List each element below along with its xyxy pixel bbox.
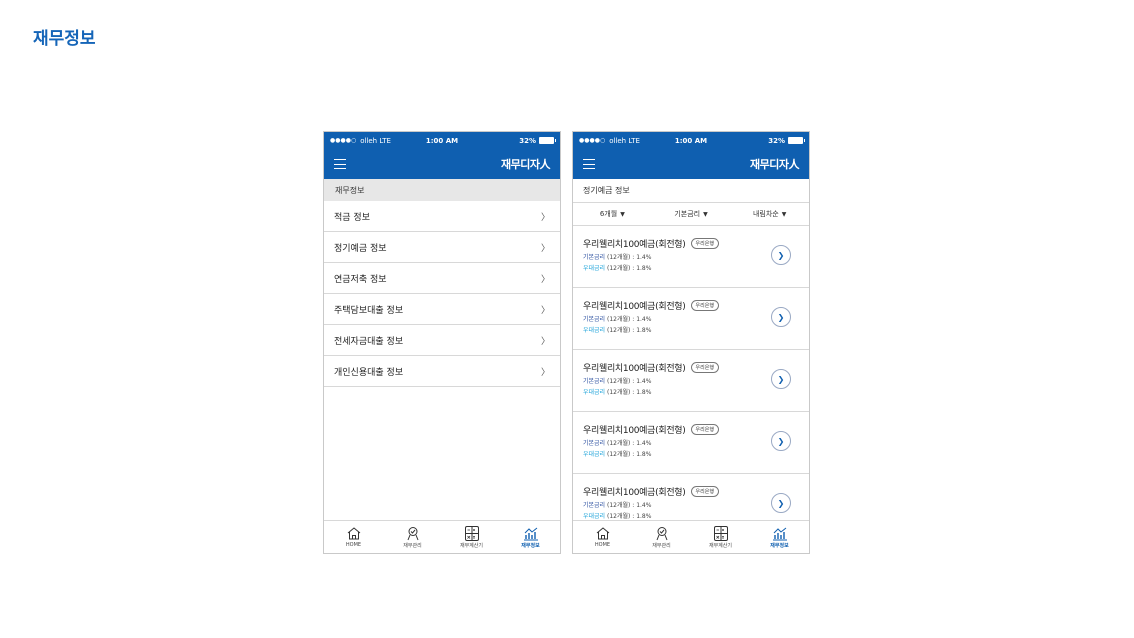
chevron-right-icon: 〉 xyxy=(540,243,550,254)
manage-icon xyxy=(407,526,418,540)
battery-percent: 32% xyxy=(768,136,785,145)
detail-arrow-button[interactable]: ❯ xyxy=(771,245,791,265)
tab-home[interactable]: HOME xyxy=(573,521,632,553)
menu-item-mortgage[interactable]: 주택담보대출 정보 〉 xyxy=(324,294,560,325)
product-name: 우리웰리치100예금(회전형) xyxy=(583,240,686,250)
filter-period[interactable]: 6개월 ▼ xyxy=(573,209,652,219)
carrier-label: olleh LTE xyxy=(360,136,391,145)
tab-home[interactable]: HOME xyxy=(324,521,383,553)
tab-manage[interactable]: 재무관리 xyxy=(632,521,691,553)
detail-arrow-button[interactable]: ❯ xyxy=(771,431,791,451)
brand-logo: 재무디자人 xyxy=(750,158,799,171)
tab-calculator[interactable]: 재무계산기 xyxy=(691,521,750,553)
bank-badge: 우리은행 xyxy=(690,362,719,373)
chevron-right-icon: 〉 xyxy=(540,336,550,347)
hamburger-menu-icon[interactable] xyxy=(583,159,595,169)
phone-screen-deposit-list: ●●●●○ olleh LTE 1:00 AM 32% 재무디자人 정기예금 정… xyxy=(572,131,810,554)
menu-item-deposit[interactable]: 정기예금 정보 〉 xyxy=(324,232,560,263)
calculator-icon xyxy=(464,525,479,541)
bottom-tab-bar: HOME 재무관리 재무계산기 재무정보 xyxy=(573,520,809,553)
calculator-icon xyxy=(713,525,728,541)
detail-arrow-button[interactable]: ❯ xyxy=(771,369,791,389)
product-item[interactable]: 우리웰리치100예금(회전형) 우리은행 기본금리 (12개월) : 1.4% 우… xyxy=(573,226,809,288)
app-bar: 재무디자人 xyxy=(573,149,809,179)
carrier-label: olleh LTE xyxy=(609,136,640,145)
status-time: 1:00 AM xyxy=(425,136,459,145)
status-bar: ●●●●○ olleh LTE 1:00 AM 32% xyxy=(573,132,809,149)
page-title: 재무정보 xyxy=(33,29,96,49)
battery-icon xyxy=(539,137,556,144)
bank-badge: 우리은행 xyxy=(690,300,719,311)
chevron-right-icon: 〉 xyxy=(540,212,550,223)
bank-badge: 우리은행 xyxy=(690,424,719,435)
caret-down-icon: ▼ xyxy=(620,211,625,218)
chevron-right-icon: 〉 xyxy=(540,367,550,378)
phone-screen-menu: ●●●●○ olleh LTE 1:00 AM 32% 재무디자人 재무정보 적… xyxy=(323,131,561,554)
app-bar: 재무디자人 xyxy=(324,149,560,179)
home-icon xyxy=(347,527,360,540)
battery-icon xyxy=(788,137,805,144)
section-header: 재무정보 xyxy=(324,179,560,201)
menu-item-pension[interactable]: 연금저축 정보 〉 xyxy=(324,263,560,294)
product-item[interactable]: 우리웰리치100예금(회전형) 우리은행 기본금리 (12개월) : 1.4% 우… xyxy=(573,412,809,474)
product-item[interactable]: 우리웰리치100예금(회전형) 우리은행 기본금리 (12개월) : 1.4% 우… xyxy=(573,288,809,350)
home-icon xyxy=(596,527,609,540)
detail-arrow-button[interactable]: ❯ xyxy=(771,493,791,513)
caret-down-icon: ▼ xyxy=(781,211,787,218)
detail-arrow-button[interactable]: ❯ xyxy=(771,307,791,327)
menu-item-credit-loan[interactable]: 개인신용대출 정보 〉 xyxy=(324,356,560,387)
chevron-right-icon: 〉 xyxy=(540,305,550,316)
tab-manage[interactable]: 재무관리 xyxy=(383,521,442,553)
product-name: 우리웰리치100예금(회전형) xyxy=(583,488,686,498)
product-name: 우리웰리치100예금(회전형) xyxy=(583,426,686,436)
brand-logo: 재무디자人 xyxy=(501,158,550,171)
bank-badge: 우리은행 xyxy=(690,486,719,497)
filter-sort-order[interactable]: 내림차순 ▼ xyxy=(730,209,809,219)
menu-item-savings[interactable]: 적금 정보 〉 xyxy=(324,201,560,232)
product-name: 우리웰리치100예금(회전형) xyxy=(583,302,686,312)
filter-rate-type[interactable]: 기본금리 ▼ xyxy=(652,209,731,219)
chart-icon xyxy=(772,527,787,540)
menu-item-jeonse-loan[interactable]: 전세자금대출 정보 〉 xyxy=(324,325,560,356)
hamburger-menu-icon[interactable] xyxy=(334,159,346,169)
signal-icon: ●●●●○ xyxy=(579,137,606,144)
chevron-right-icon: 〉 xyxy=(540,274,550,285)
battery-percent: 32% xyxy=(519,136,536,145)
tab-finance-info[interactable]: 재무정보 xyxy=(750,521,809,553)
caret-down-icon: ▼ xyxy=(703,211,708,218)
bank-badge: 우리은행 xyxy=(690,238,719,249)
bottom-tab-bar: HOME 재무관리 재무계산기 재무정보 xyxy=(324,520,560,553)
filter-bar: 6개월 ▼ 기본금리 ▼ 내림차순 ▼ xyxy=(573,203,809,226)
status-time: 1:00 AM xyxy=(674,136,708,145)
tab-finance-info[interactable]: 재무정보 xyxy=(501,521,560,553)
product-name: 우리웰리치100예금(회전형) xyxy=(583,364,686,374)
menu-list: 적금 정보 〉 정기예금 정보 〉 연금저축 정보 〉 주택담보대출 정보 〉 전세자금… xyxy=(324,201,560,387)
signal-icon: ●●●●○ xyxy=(330,137,357,144)
sub-header: 정기예금 정보 xyxy=(573,179,809,203)
status-bar: ●●●●○ olleh LTE 1:00 AM 32% xyxy=(324,132,560,149)
chart-icon xyxy=(523,527,538,540)
manage-icon xyxy=(656,526,667,540)
tab-calculator[interactable]: 재무계산기 xyxy=(442,521,501,553)
product-item[interactable]: 우리웰리치100예금(회전형) 우리은행 기본금리 (12개월) : 1.4% 우… xyxy=(573,350,809,412)
